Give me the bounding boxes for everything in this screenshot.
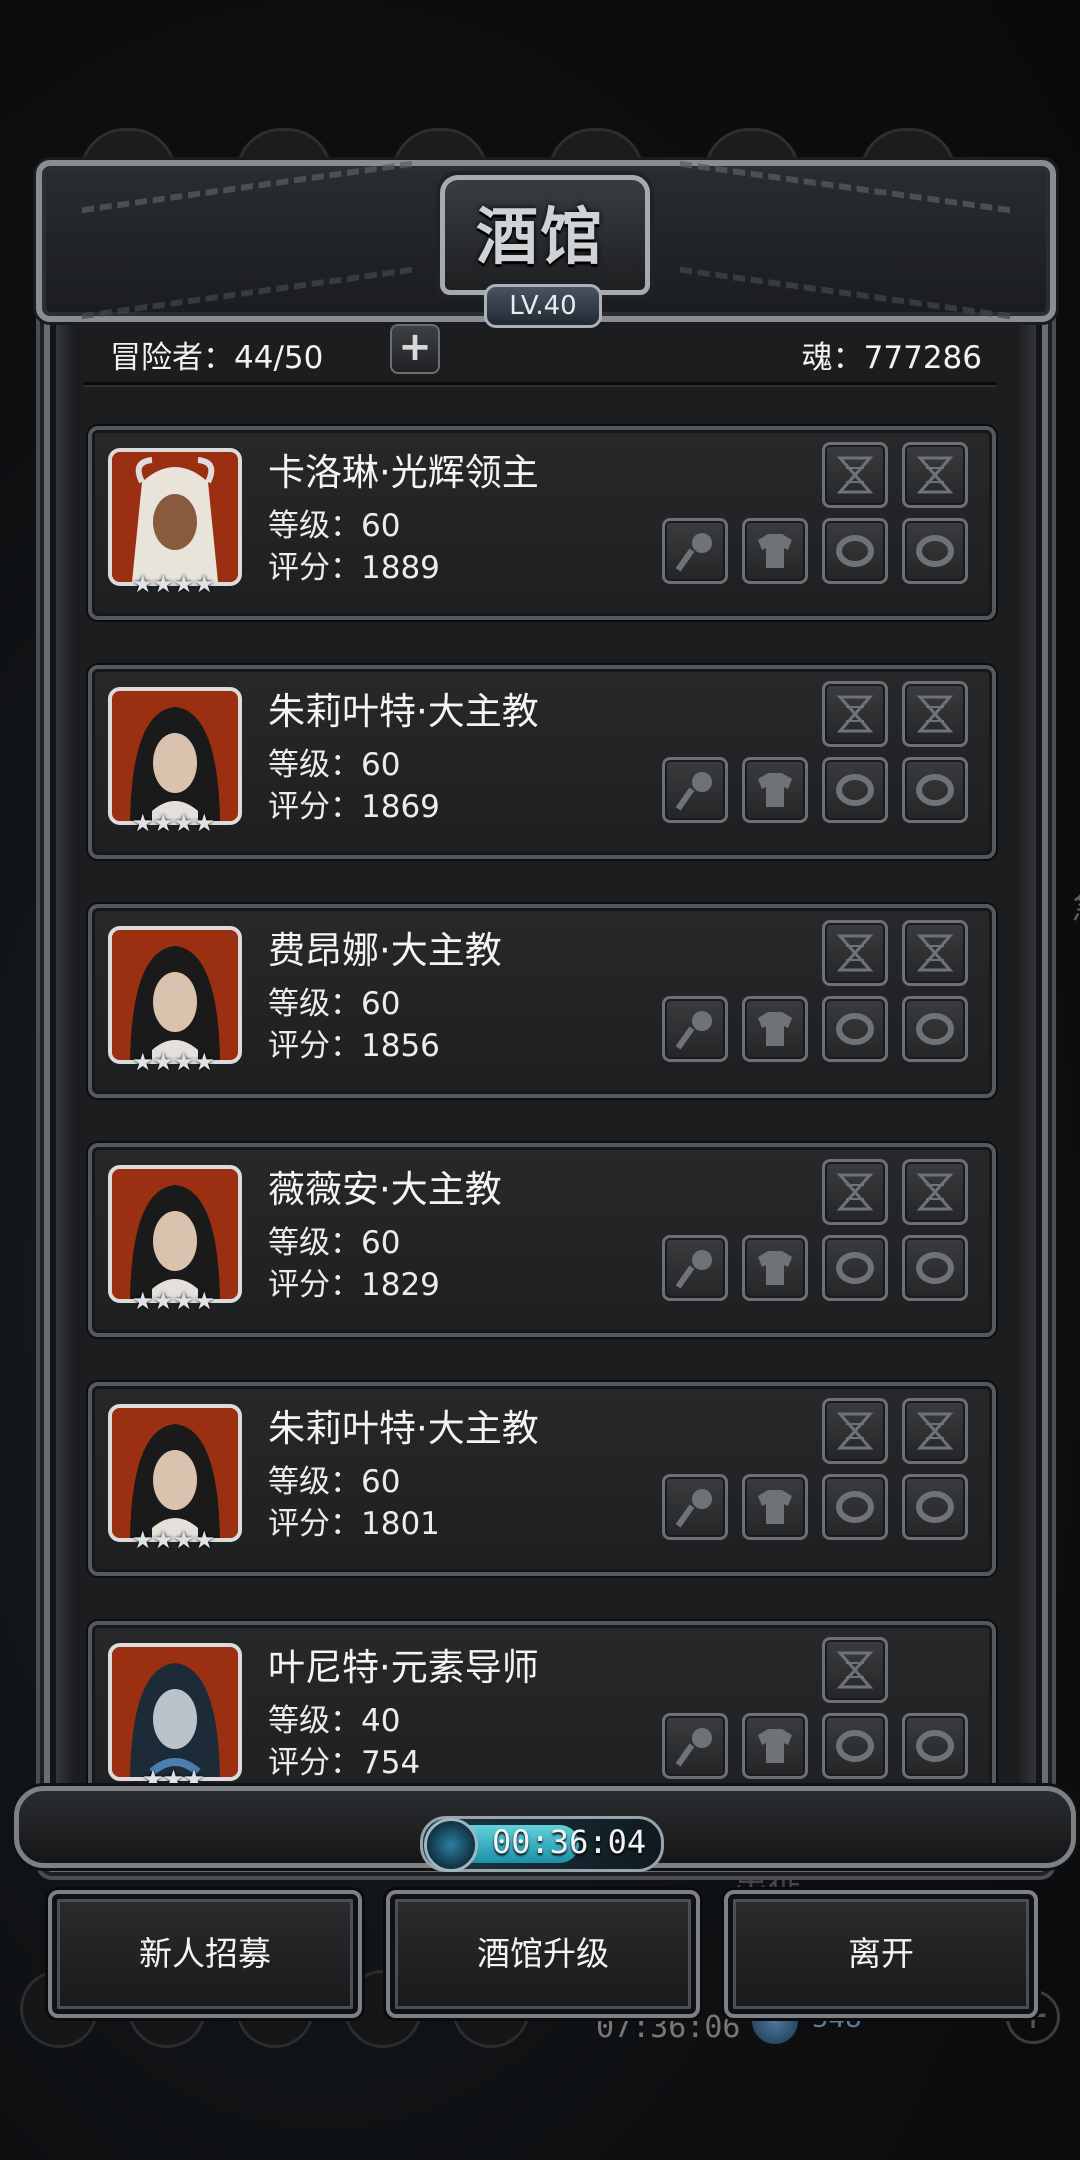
hero-level: 等级：60 <box>268 747 401 783</box>
armor-slot-icon[interactable] <box>742 757 808 823</box>
armor-slot-icon[interactable] <box>742 1713 808 1779</box>
hero-portrait[interactable] <box>108 448 242 586</box>
ring-slot-icon[interactable] <box>822 1235 888 1301</box>
ring-slot-icon[interactable] <box>902 1713 968 1779</box>
rune-slot-icon[interactable] <box>902 681 968 747</box>
hero-name: 费昂娜·大主教 <box>268 929 502 972</box>
ring-slot-icon[interactable] <box>902 757 968 823</box>
ring-slot-icon[interactable] <box>822 996 888 1062</box>
hero-portrait[interactable] <box>108 1404 242 1542</box>
star-rating: ★★★★ <box>131 1048 215 1076</box>
armor-slot-icon[interactable] <box>742 518 808 584</box>
hero-level: 等级：60 <box>268 986 401 1022</box>
adventurer-count: 冒险者：44/50 <box>110 340 324 376</box>
recruit-button[interactable]: 新人招募 <box>48 1890 362 2018</box>
hero-card[interactable]: ★★★★ 费昂娜·大主教等级：60 评分：1856 <box>88 904 996 1098</box>
add-adventurer-slot-button[interactable]: + <box>390 324 440 374</box>
ring-slot-icon[interactable] <box>902 518 968 584</box>
hero-level: 等级：60 <box>268 508 401 544</box>
weapon-slot-icon[interactable] <box>662 996 728 1062</box>
timer-text: 00:36:04 <box>492 1823 647 1861</box>
summary-bar: 冒险者：44/50 + 魂：777286 <box>84 320 996 385</box>
hero-level: 等级：60 <box>268 1225 401 1261</box>
hero-name: 朱莉叶特·大主教 <box>268 690 539 733</box>
ring-slot-icon[interactable] <box>822 757 888 823</box>
weapon-slot-icon[interactable] <box>662 757 728 823</box>
ring-slot-icon[interactable] <box>822 518 888 584</box>
hero-name: 卡洛琳·光辉领主 <box>268 451 539 494</box>
rune-slot-icon[interactable] <box>822 681 888 747</box>
star-rating: ★★★★ <box>131 570 215 598</box>
weapon-slot-icon[interactable] <box>662 1474 728 1540</box>
star-rating: ★★★★ <box>131 1287 215 1315</box>
page-title: 酒馆 <box>475 200 604 273</box>
hero-level: 等级：60 <box>268 1464 401 1500</box>
rune-slot-icon[interactable] <box>902 442 968 508</box>
hero-score: 评分：1856 <box>268 1028 440 1064</box>
hero-portrait[interactable] <box>108 926 242 1064</box>
hero-name: 薇薇安·大主教 <box>268 1168 502 1211</box>
clock-icon <box>424 1818 478 1872</box>
hero-score: 评分：1869 <box>268 789 440 825</box>
hero-card[interactable]: ★★★★ 薇薇安·大主教等级：60 评分：1829 <box>88 1143 996 1337</box>
hero-card[interactable]: ★★★★ 朱莉叶特·大主教等级：60 评分：1801 <box>88 1382 996 1576</box>
rune-slot-icon[interactable] <box>822 1637 888 1703</box>
ring-slot-icon[interactable] <box>822 1474 888 1540</box>
ring-slot-icon[interactable] <box>822 1713 888 1779</box>
hero-card[interactable]: ★★★★ 朱莉叶特·大主教等级：60 评分：1869 <box>88 665 996 859</box>
armor-slot-icon[interactable] <box>742 996 808 1062</box>
rune-slot-icon[interactable] <box>822 1159 888 1225</box>
upgrade-tavern-button[interactable]: 酒馆升级 <box>386 1890 700 2018</box>
hero-portrait[interactable] <box>108 1165 242 1303</box>
armor-slot-icon[interactable] <box>742 1235 808 1301</box>
ring-slot-icon[interactable] <box>902 1474 968 1540</box>
weapon-slot-icon[interactable] <box>662 1713 728 1779</box>
hero-portrait[interactable] <box>108 687 242 825</box>
hero-level: 等级：40 <box>268 1703 401 1739</box>
hero-card[interactable]: ★★★★ 卡洛琳·光辉领主等级：60 评分：1889 <box>88 426 996 620</box>
hero-name: 叶尼特·元素导师 <box>268 1646 539 1689</box>
background-side-hint: 急 <box>1072 880 1080 929</box>
hero-portrait[interactable] <box>108 1643 242 1781</box>
leave-button[interactable]: 离开 <box>724 1890 1038 2018</box>
rune-slot-icon[interactable] <box>902 920 968 986</box>
rune-slot-icon[interactable] <box>822 442 888 508</box>
hero-name: 朱莉叶特·大主教 <box>268 1407 539 1450</box>
rune-slot-icon[interactable] <box>822 1398 888 1464</box>
hero-score: 评分：1889 <box>268 550 440 586</box>
hero-score: 评分：1829 <box>268 1267 440 1303</box>
hero-score: 评分：754 <box>268 1745 421 1781</box>
weapon-slot-icon[interactable] <box>662 518 728 584</box>
weapon-slot-icon[interactable] <box>662 1235 728 1301</box>
armor-slot-icon[interactable] <box>742 1474 808 1540</box>
hero-list: ★★★★ 卡洛琳·光辉领主 等级：60 评分：1889 ★★★★ 朱莉叶特·大主教 等级：6… <box>88 426 996 1860</box>
star-rating: ★★★★ <box>131 809 215 837</box>
rune-slot-icon[interactable] <box>902 1398 968 1464</box>
star-rating: ★★★★ <box>131 1526 215 1554</box>
hero-score: 评分：1801 <box>268 1506 440 1542</box>
rune-slot-icon[interactable] <box>822 920 888 986</box>
rune-slot-icon[interactable] <box>902 1159 968 1225</box>
soul-currency: 魂：777286 <box>801 340 982 376</box>
ring-slot-icon[interactable] <box>902 1235 968 1301</box>
ring-slot-icon[interactable] <box>902 996 968 1062</box>
